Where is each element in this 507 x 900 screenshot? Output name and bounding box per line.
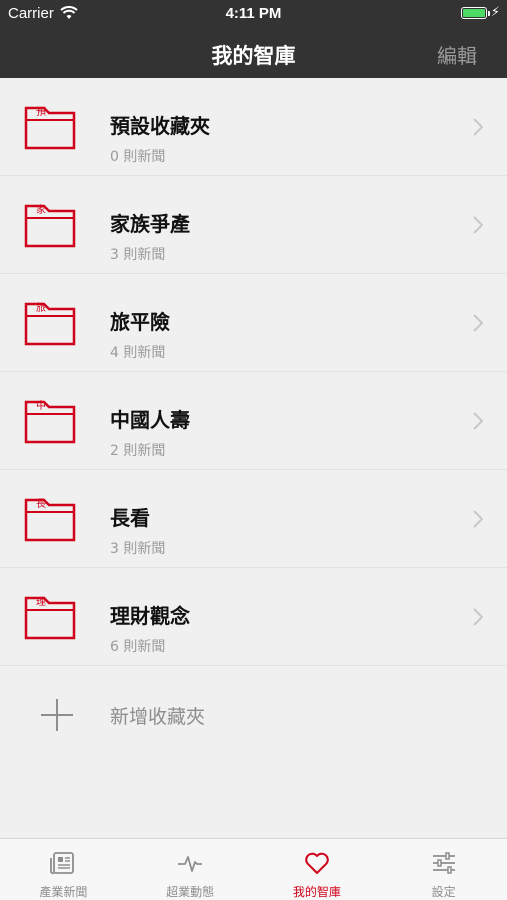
folder-title: 預設收藏夾 [110, 114, 210, 138]
tab-label: 我的智庫 [292, 885, 341, 899]
tab-settings[interactable]: 設定 [380, 839, 507, 900]
folder-title: 理財觀念 [110, 604, 190, 628]
folder-icon [24, 302, 76, 346]
folder-list: 預 預設收藏夾 0 則新聞 家 家族爭產 3 則新聞 旅 旅平險 4 則新聞 中… [0, 78, 507, 764]
pulse-icon [178, 856, 203, 872]
heart-icon [305, 852, 329, 874]
charging-icon: ⚡ [490, 5, 500, 20]
add-folder-label: 新增收藏夾 [110, 706, 206, 728]
folder-count: 4 則新聞 [110, 345, 166, 361]
sliders-icon [432, 852, 455, 874]
chevron-right-icon [473, 216, 483, 234]
folder-icon-char: 中 [36, 401, 46, 412]
chevron-right-icon [473, 118, 483, 136]
folder-row[interactable]: 理 理財觀念 6 則新聞 [0, 568, 507, 666]
page-title: 我的智庫 [211, 44, 296, 68]
folder-title: 中國人壽 [110, 408, 190, 432]
battery-icon [461, 7, 487, 19]
chevron-right-icon [473, 412, 483, 430]
folder-row[interactable]: 預 預設收藏夾 0 則新聞 [0, 78, 507, 176]
folder-count: 0 則新聞 [110, 149, 166, 165]
folder-count: 6 則新聞 [110, 639, 166, 655]
folder-icon-char: 理 [36, 597, 46, 608]
clock: 4:11 PM [225, 5, 282, 22]
folder-icon-char: 預 [36, 107, 46, 118]
tab-label: 產業新聞 [39, 885, 88, 899]
tab-industry-news[interactable]: 產業新聞 [0, 839, 127, 900]
folder-icon [24, 498, 76, 542]
folder-icon [24, 204, 76, 248]
newspaper-icon [50, 852, 75, 875]
tab-my-library[interactable]: 我的智庫 [254, 839, 381, 900]
edit-button[interactable]: 編輯 [437, 40, 477, 69]
folder-count: 2 則新聞 [110, 443, 166, 459]
tab-label: 超業動態 [166, 885, 215, 899]
folder-title: 家族爭產 [110, 212, 190, 236]
folder-row[interactable]: 家 家族爭產 3 則新聞 [0, 176, 507, 274]
add-folder-button[interactable]: 新增收藏夾 [0, 666, 507, 764]
tab-bar: 產業新聞 超業動態 我的智庫 設定 [0, 838, 507, 900]
nav-bar: 我的智庫 編輯 [0, 30, 507, 78]
folder-icon-char: 家 [36, 205, 46, 216]
chevron-right-icon [473, 608, 483, 626]
status-bar: Carrier 4:11 PM ⚡ [0, 0, 507, 30]
folder-title: 旅平險 [110, 310, 170, 334]
folder-row[interactable]: 旅 旅平險 4 則新聞 [0, 274, 507, 372]
folder-row[interactable]: 中 中國人壽 2 則新聞 [0, 372, 507, 470]
folder-icon [24, 596, 76, 640]
chevron-right-icon [473, 510, 483, 528]
plus-icon [41, 699, 73, 731]
battery-tip [488, 11, 490, 16]
folder-count: 3 則新聞 [110, 247, 166, 263]
folder-row[interactable]: 長 長看 3 則新聞 [0, 470, 507, 568]
folder-icon-char: 長 [36, 499, 46, 510]
folder-icon [24, 106, 76, 150]
folder-icon [24, 400, 76, 444]
tab-label: 設定 [431, 885, 456, 899]
tab-agent-updates[interactable]: 超業動態 [127, 839, 254, 900]
folder-icon-char: 旅 [36, 303, 46, 314]
chevron-right-icon [473, 314, 483, 332]
folder-count: 3 則新聞 [110, 541, 166, 557]
folder-title: 長看 [110, 506, 150, 530]
